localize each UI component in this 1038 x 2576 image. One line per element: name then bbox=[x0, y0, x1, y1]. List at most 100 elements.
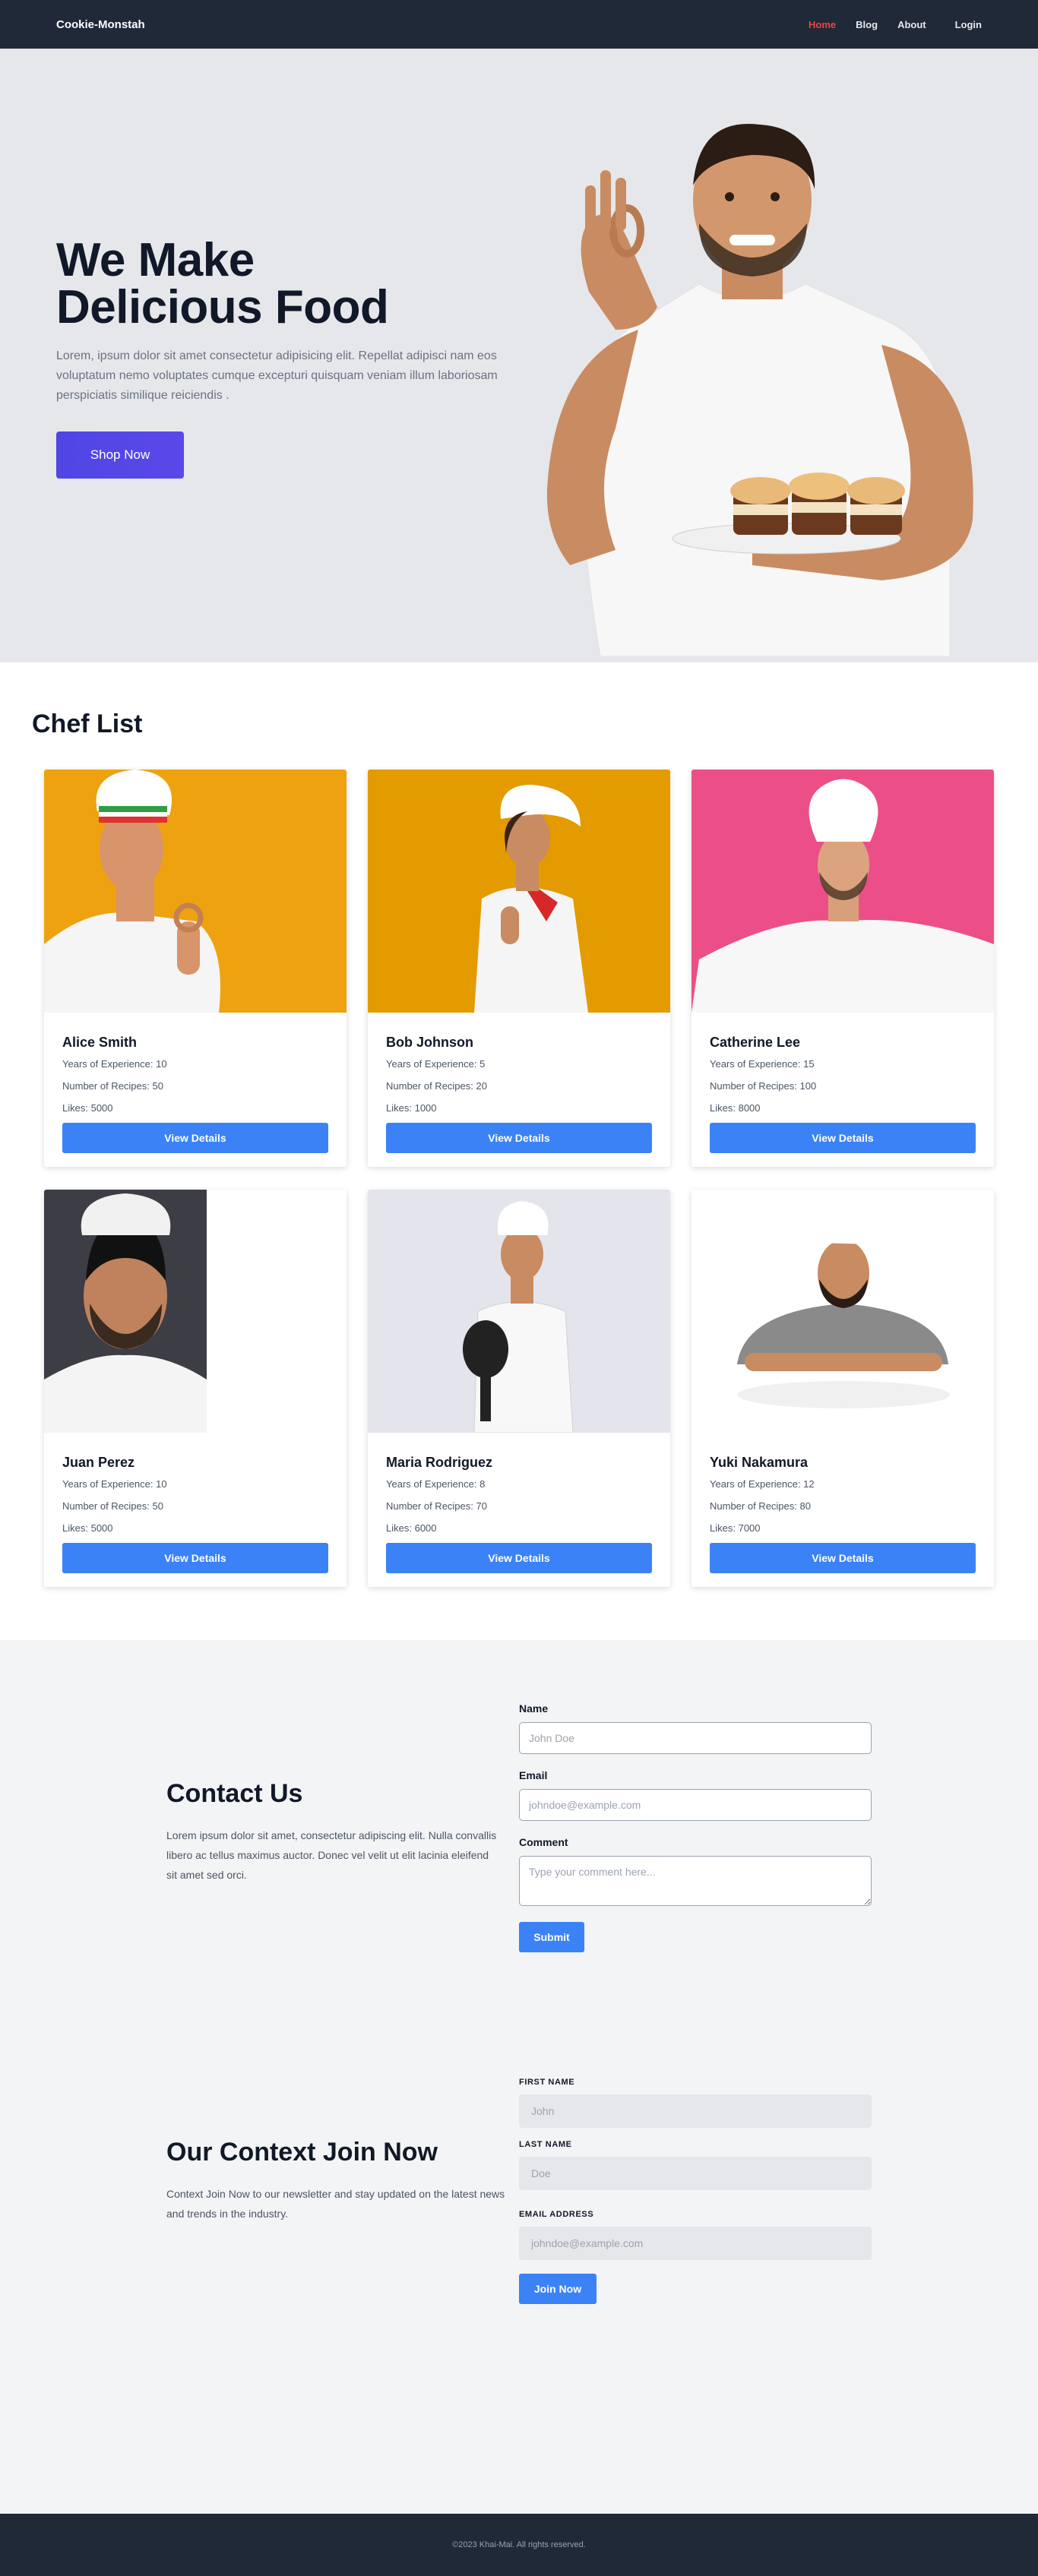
nav-link-blog[interactable]: Blog bbox=[856, 19, 878, 30]
join-now-button[interactable]: Join Now bbox=[519, 2274, 597, 2304]
email-field[interactable] bbox=[519, 1789, 872, 1821]
chef-card-body: Catherine Lee Years of Experience: 15 Nu… bbox=[691, 1016, 994, 1167]
chef-experience: Years of Experience: 10 bbox=[62, 1478, 328, 1490]
view-details-button[interactable]: View Details bbox=[62, 1123, 328, 1153]
chef-photo bbox=[691, 770, 994, 1013]
contact-section: Contact Us Lorem ipsum dolor sit amet, c… bbox=[0, 1640, 1038, 2514]
recipes-label: Number of Recipes: bbox=[386, 1080, 473, 1092]
chef-photo bbox=[368, 770, 670, 1013]
chef-card: Alice Smith Years of Experience: 10 Numb… bbox=[44, 770, 347, 1167]
chef-card-body: Alice Smith Years of Experience: 10 Numb… bbox=[44, 1016, 347, 1167]
top-navbar: Cookie-Monstah Home Blog About Login bbox=[0, 0, 1038, 49]
likes-label: Likes: bbox=[62, 1522, 88, 1534]
last-name-label: LAST NAME bbox=[519, 2140, 572, 2149]
likes-label: Likes: bbox=[710, 1102, 736, 1114]
chef-grid: Alice Smith Years of Experience: 10 Numb… bbox=[32, 770, 1006, 1587]
email-label: Email bbox=[519, 1769, 548, 1781]
chef-experience: Years of Experience: 8 bbox=[386, 1478, 652, 1490]
experience-label: Years of Experience: bbox=[386, 1478, 477, 1490]
likes-value: 7000 bbox=[738, 1522, 761, 1534]
experience-value: 8 bbox=[479, 1478, 486, 1490]
footer: ©2023 Khai-Mai. All rights reserved. bbox=[0, 2514, 1038, 2576]
join-form: FIRST NAME LAST NAME EMAIL ADDRESS Join … bbox=[519, 2078, 872, 2304]
chef-card: Juan Perez Years of Experience: 10 Numbe… bbox=[44, 1190, 347, 1587]
chef-photo bbox=[44, 770, 347, 1013]
likes-value: 5000 bbox=[90, 1522, 113, 1534]
brand-logo[interactable]: Cookie-Monstah bbox=[56, 18, 145, 31]
likes-label: Likes: bbox=[62, 1102, 88, 1114]
hero-title: We Make Delicious Food bbox=[56, 237, 512, 331]
recipes-label: Number of Recipes: bbox=[710, 1500, 797, 1512]
hero-description: Lorem, ipsum dolor sit amet consectetur … bbox=[56, 349, 498, 402]
join-intro: Our Context Join Now Context Join Now to… bbox=[166, 2138, 508, 2224]
recipes-value: 20 bbox=[476, 1080, 487, 1092]
recipes-label: Number of Recipes: bbox=[710, 1080, 797, 1092]
contact-intro: Contact Us Lorem ipsum dolor sit amet, c… bbox=[166, 1779, 501, 1885]
experience-label: Years of Experience: bbox=[62, 1058, 153, 1070]
join-title: Our Context Join Now bbox=[166, 2138, 438, 2167]
chef-name: Bob Johnson bbox=[386, 1035, 473, 1050]
view-details-button[interactable]: View Details bbox=[62, 1543, 328, 1573]
chef-likes: Likes: 8000 bbox=[710, 1102, 976, 1114]
chef-experience: Years of Experience: 12 bbox=[710, 1478, 976, 1490]
recipes-value: 70 bbox=[476, 1500, 487, 1512]
chef-recipes: Number of Recipes: 50 bbox=[62, 1080, 328, 1092]
chef-recipes: Number of Recipes: 100 bbox=[710, 1080, 976, 1092]
chef-card: Yuki Nakamura Years of Experience: 12 Nu… bbox=[691, 1190, 994, 1587]
chef-photo bbox=[368, 1190, 670, 1433]
recipes-value: 50 bbox=[152, 1080, 163, 1092]
chef-name: Catherine Lee bbox=[710, 1035, 801, 1050]
experience-value: 15 bbox=[803, 1058, 815, 1070]
comment-label: Comment bbox=[519, 1836, 568, 1848]
chef-likes: Likes: 1000 bbox=[386, 1102, 652, 1114]
join-description: Context Join Now to our newsletter and s… bbox=[166, 2188, 505, 2220]
first-name-field[interactable] bbox=[519, 2094, 872, 2128]
chef-recipes: Number of Recipes: 70 bbox=[386, 1500, 652, 1512]
view-details-button[interactable]: View Details bbox=[710, 1543, 976, 1573]
hero-chef-image bbox=[546, 124, 973, 656]
chef-recipes: Number of Recipes: 20 bbox=[386, 1080, 652, 1092]
email-address-field[interactable] bbox=[519, 2227, 872, 2260]
submit-button[interactable]: Submit bbox=[519, 1922, 584, 1952]
recipes-value: 80 bbox=[799, 1500, 811, 1512]
experience-value: 10 bbox=[156, 1478, 167, 1490]
hero-section: We Make Delicious Food Lorem, ipsum dolo… bbox=[0, 49, 1038, 662]
chef-recipes: Number of Recipes: 80 bbox=[710, 1500, 976, 1512]
chef-list-section: Chef List Alice Smith Years of Experienc… bbox=[0, 662, 1038, 1640]
name-field[interactable] bbox=[519, 1722, 872, 1754]
name-label: Name bbox=[519, 1702, 549, 1715]
hero-title-line1: We Make bbox=[56, 234, 255, 286]
likes-value: 5000 bbox=[90, 1102, 113, 1114]
experience-label: Years of Experience: bbox=[710, 1478, 801, 1490]
view-details-button[interactable]: View Details bbox=[710, 1123, 976, 1153]
chef-experience: Years of Experience: 15 bbox=[710, 1058, 976, 1070]
chef-experience: Years of Experience: 10 bbox=[62, 1058, 328, 1070]
likes-label: Likes: bbox=[386, 1522, 412, 1534]
comment-field[interactable] bbox=[519, 1856, 872, 1906]
footer-copyright: ©2023 Khai-Mai. All rights reserved. bbox=[452, 2540, 586, 2549]
chef-list-title: Chef List bbox=[32, 710, 143, 738]
chef-name: Maria Rodriguez bbox=[386, 1455, 493, 1470]
chef-photo bbox=[44, 1190, 347, 1433]
chef-name: Alice Smith bbox=[62, 1035, 138, 1050]
recipes-label: Number of Recipes: bbox=[386, 1500, 473, 1512]
chef-photo bbox=[691, 1190, 994, 1433]
chef-card-body: Bob Johnson Years of Experience: 5 Numbe… bbox=[368, 1016, 670, 1167]
email-address-label: EMAIL ADDRESS bbox=[519, 2210, 594, 2219]
chef-card-body: Juan Perez Years of Experience: 10 Numbe… bbox=[44, 1437, 347, 1587]
recipes-label: Number of Recipes: bbox=[62, 1500, 150, 1512]
chef-card: Bob Johnson Years of Experience: 5 Numbe… bbox=[368, 770, 670, 1167]
chef-likes: Likes: 7000 bbox=[710, 1522, 976, 1534]
view-details-button[interactable]: View Details bbox=[386, 1123, 652, 1153]
last-name-field[interactable] bbox=[519, 2157, 872, 2190]
first-name-label: FIRST NAME bbox=[519, 2078, 575, 2087]
view-details-button[interactable]: View Details bbox=[386, 1543, 652, 1573]
nav-link-about[interactable]: About bbox=[897, 19, 926, 30]
recipes-label: Number of Recipes: bbox=[62, 1080, 150, 1092]
likes-label: Likes: bbox=[386, 1102, 412, 1114]
likes-label: Likes: bbox=[710, 1522, 736, 1534]
nav-link-home[interactable]: Home bbox=[809, 19, 836, 30]
shop-now-button[interactable]: Shop Now bbox=[56, 431, 184, 479]
likes-value: 1000 bbox=[414, 1102, 437, 1114]
nav-link-login[interactable]: Login bbox=[955, 19, 982, 30]
